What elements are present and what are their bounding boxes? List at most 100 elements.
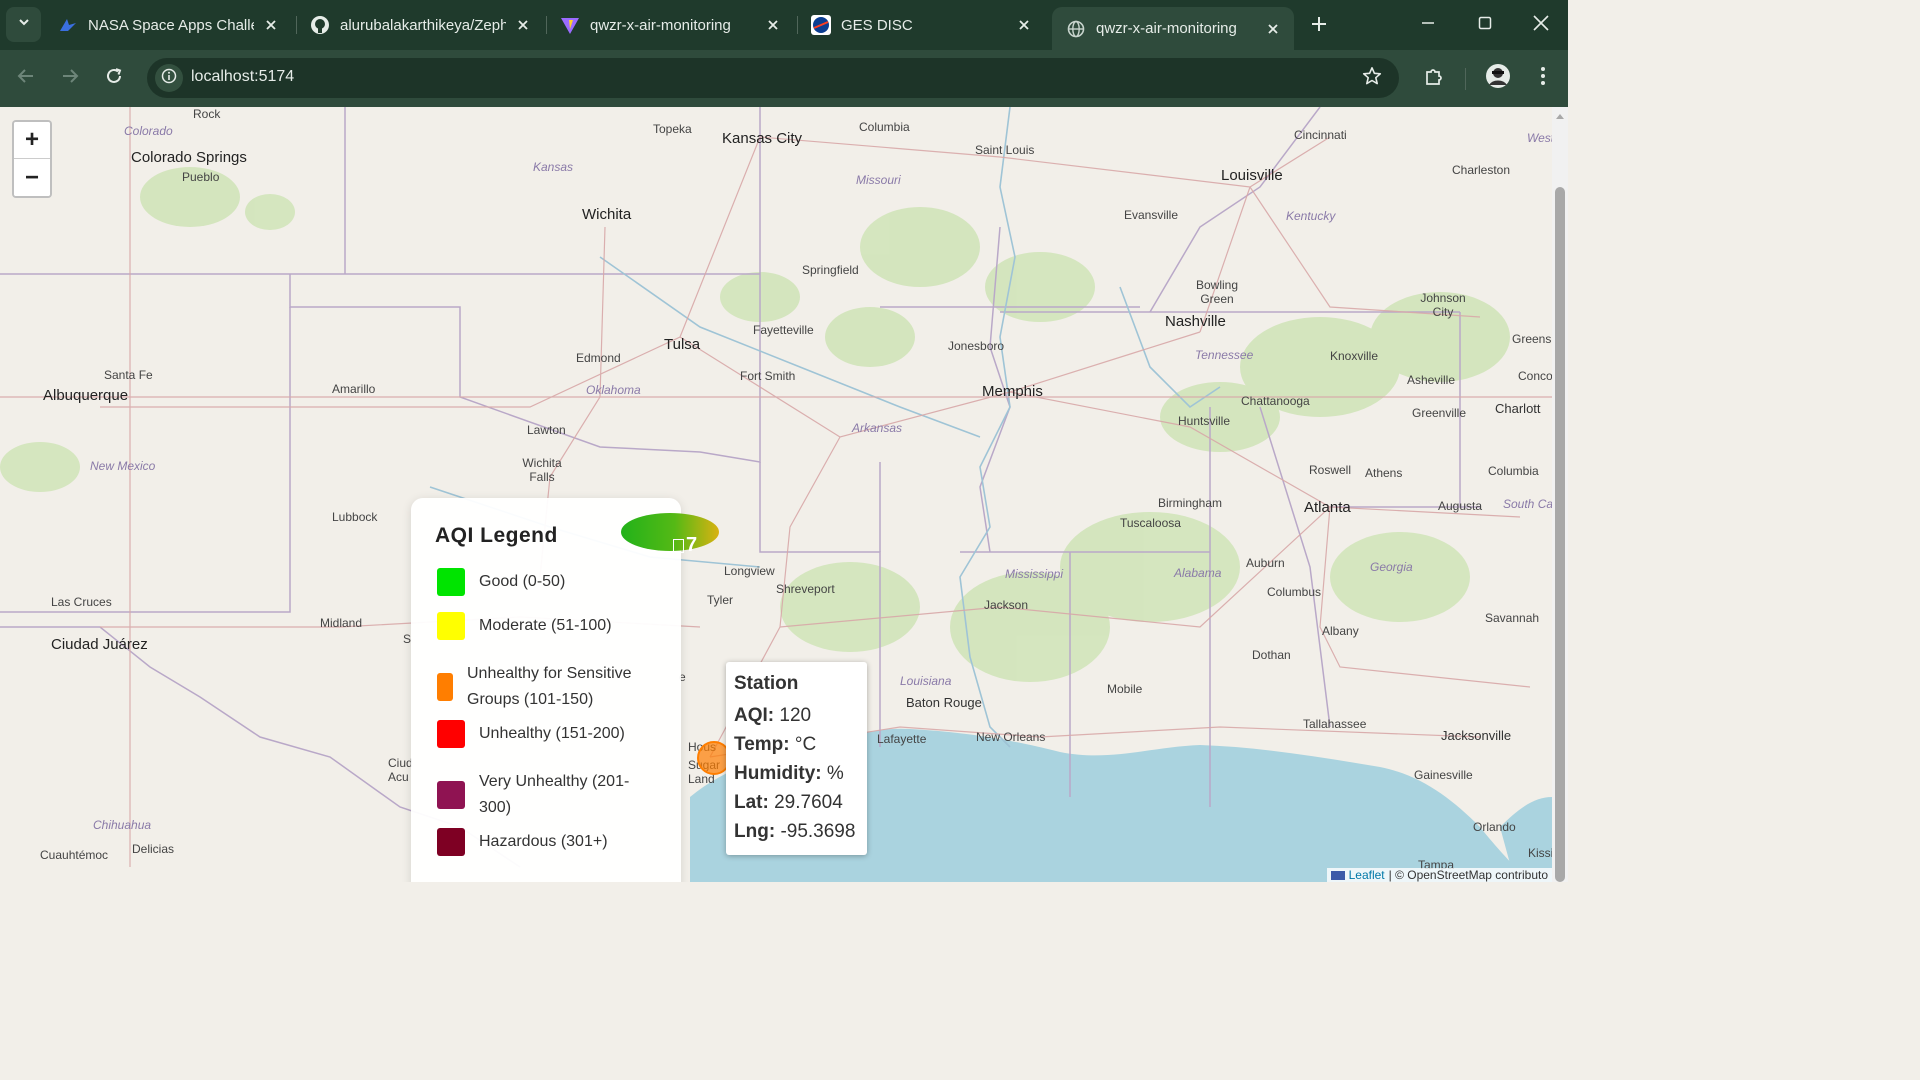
new-tab-button[interactable] (1305, 12, 1333, 40)
map-label: Chihuahua (93, 818, 152, 832)
scroll-up-arrow-icon[interactable] (1555, 111, 1565, 121)
map-label: Atlanta (1304, 499, 1351, 516)
map-label: Albuquerque (43, 387, 129, 404)
map-container[interactable]: Rock Colorado Colorado Springs Pueblo Ka… (0, 107, 1552, 882)
profile-button[interactable] (1482, 62, 1514, 94)
tab-nasa-space-apps[interactable]: NASA Space Apps Challe (44, 7, 292, 43)
zoom-out-button[interactable]: − (14, 159, 50, 196)
cluster-marker[interactable] (621, 513, 719, 551)
map-label: Tyler (707, 593, 734, 607)
ukraine-flag-icon (1330, 870, 1345, 880)
extensions-button[interactable] (1418, 62, 1450, 94)
map-label: Cincinnati (1294, 128, 1347, 142)
legend-item-good: Good (0-50) (437, 568, 565, 596)
map-label: Longview (724, 564, 775, 578)
aqi-legend: AQI Legend Good (0-50) Moderate (51-100)… (411, 498, 681, 882)
legend-item-moderate: Moderate (51-100) (437, 612, 612, 640)
map-label: Mississippi (1005, 567, 1064, 581)
tab-title: qwzr-x-air-monitoring (1096, 20, 1237, 37)
plus-icon (1311, 16, 1327, 37)
tab-search-button[interactable] (6, 7, 41, 42)
map-label: Conco (1518, 369, 1552, 383)
tab-vite-app[interactable]: qwzr-x-air-monitoring (546, 7, 794, 43)
legend-item-unhealthy: Unhealthy (151-200) (437, 720, 625, 748)
close-icon (1533, 14, 1549, 36)
map-label: Wichita Falls (522, 456, 562, 484)
browser-menu-button[interactable] (1527, 62, 1559, 94)
map-label: Topeka (653, 122, 692, 136)
humidity-value: % (826, 763, 844, 784)
browser-toolbar: localhost:5174 (0, 50, 1568, 107)
map-label: Tallahassee (1303, 717, 1367, 731)
legend-item-very-unhealthy: Very Unhealthy (201-300) (437, 769, 659, 821)
tab-air-monitoring-active[interactable]: qwzr-x-air-monitoring (1052, 7, 1294, 50)
toolbar-divider (1465, 68, 1466, 90)
legend-label: Moderate (51-100) (479, 617, 612, 634)
arrow-left-icon (17, 67, 35, 90)
map-label: New Mexico (90, 459, 156, 473)
map-label: Evansville (1124, 208, 1179, 222)
minimize-button[interactable] (1413, 10, 1443, 40)
station-popup: Station AQI: 120 Temp: °C Humidity: % La… (726, 662, 867, 855)
tab-title: alurubalakarthikeya/Zeph (340, 16, 506, 34)
map-label: Dothan (1252, 648, 1291, 662)
map-label: Colorado (124, 124, 173, 138)
map-label: Nashville (1165, 313, 1226, 330)
map-label: Asheville (1407, 373, 1456, 387)
bookmark-button[interactable] (1361, 66, 1383, 91)
map-label: Memphis (982, 383, 1043, 400)
star-icon (1362, 66, 1382, 91)
address-bar[interactable]: localhost:5174 (147, 58, 1399, 98)
cluster-count-text: 7 (686, 534, 698, 556)
more-vertical-icon (1540, 66, 1546, 91)
site-info-button[interactable] (155, 64, 183, 92)
info-icon (161, 68, 177, 89)
reload-button[interactable] (98, 62, 130, 94)
leaflet-link[interactable]: Leaflet (1349, 868, 1385, 882)
legend-item-hazardous: Hazardous (301+) (437, 828, 608, 856)
close-icon[interactable] (1013, 14, 1035, 36)
map-label: Albany (1322, 624, 1359, 638)
map-label: Greenville (1412, 406, 1467, 420)
map-label: Midland (320, 616, 363, 630)
url-text[interactable]: localhost:5174 (191, 68, 294, 86)
close-icon[interactable] (762, 14, 784, 36)
lng-value: -95.3698 (780, 821, 856, 842)
lat-label: Lat: (734, 792, 769, 813)
map-label: New Orleans (976, 730, 1046, 744)
globe-icon (1066, 19, 1086, 39)
map-label: Arkansas (852, 421, 903, 435)
close-icon[interactable] (1262, 18, 1284, 40)
page-scrollbar[interactable] (1552, 107, 1568, 882)
vite-icon (560, 15, 580, 35)
legend-label: Unhealthy for Sensitive Groups (101-150) (467, 665, 632, 708)
map-attribution: Leaflet | © OpenStreetMap contributo (1326, 868, 1552, 882)
map-label: Missouri (856, 173, 901, 187)
maximize-button[interactable] (1470, 10, 1500, 40)
close-icon[interactable] (260, 14, 282, 36)
lng-label: Lng: (734, 821, 776, 842)
map-label: Jackson (984, 598, 1029, 612)
cluster-count[interactable]: 7 (673, 534, 697, 557)
forward-button[interactable] (54, 62, 86, 94)
reload-icon (105, 67, 123, 90)
map-label: Savannah (1485, 611, 1540, 625)
tab-title: NASA Space Apps Challe (88, 16, 254, 34)
map-label: Las Cruces (51, 595, 112, 609)
map-label: Jacksonville (1441, 728, 1512, 743)
tab-ges-disc[interactable]: GES DISC (797, 7, 1045, 43)
map-label: Cuauhtémoc (40, 848, 109, 862)
tab-strip: NASA Space Apps Challe alurubalakarthike… (0, 0, 1568, 50)
scrollbar-thumb[interactable] (1555, 187, 1565, 882)
tab-github[interactable]: alurubalakarthikeya/Zeph (296, 7, 544, 43)
close-window-button[interactable] (1526, 10, 1556, 40)
close-icon[interactable] (512, 14, 534, 36)
zoom-in-button[interactable]: + (14, 122, 50, 159)
legend-title: AQI Legend (435, 524, 558, 547)
back-button[interactable] (10, 62, 42, 94)
map-label: Mobile (1107, 682, 1143, 696)
map-label: Athens (1365, 466, 1403, 480)
map-label: Charlott (1495, 401, 1541, 416)
map-label: Tulsa (664, 336, 701, 353)
map-label: Tennessee (1195, 348, 1254, 362)
